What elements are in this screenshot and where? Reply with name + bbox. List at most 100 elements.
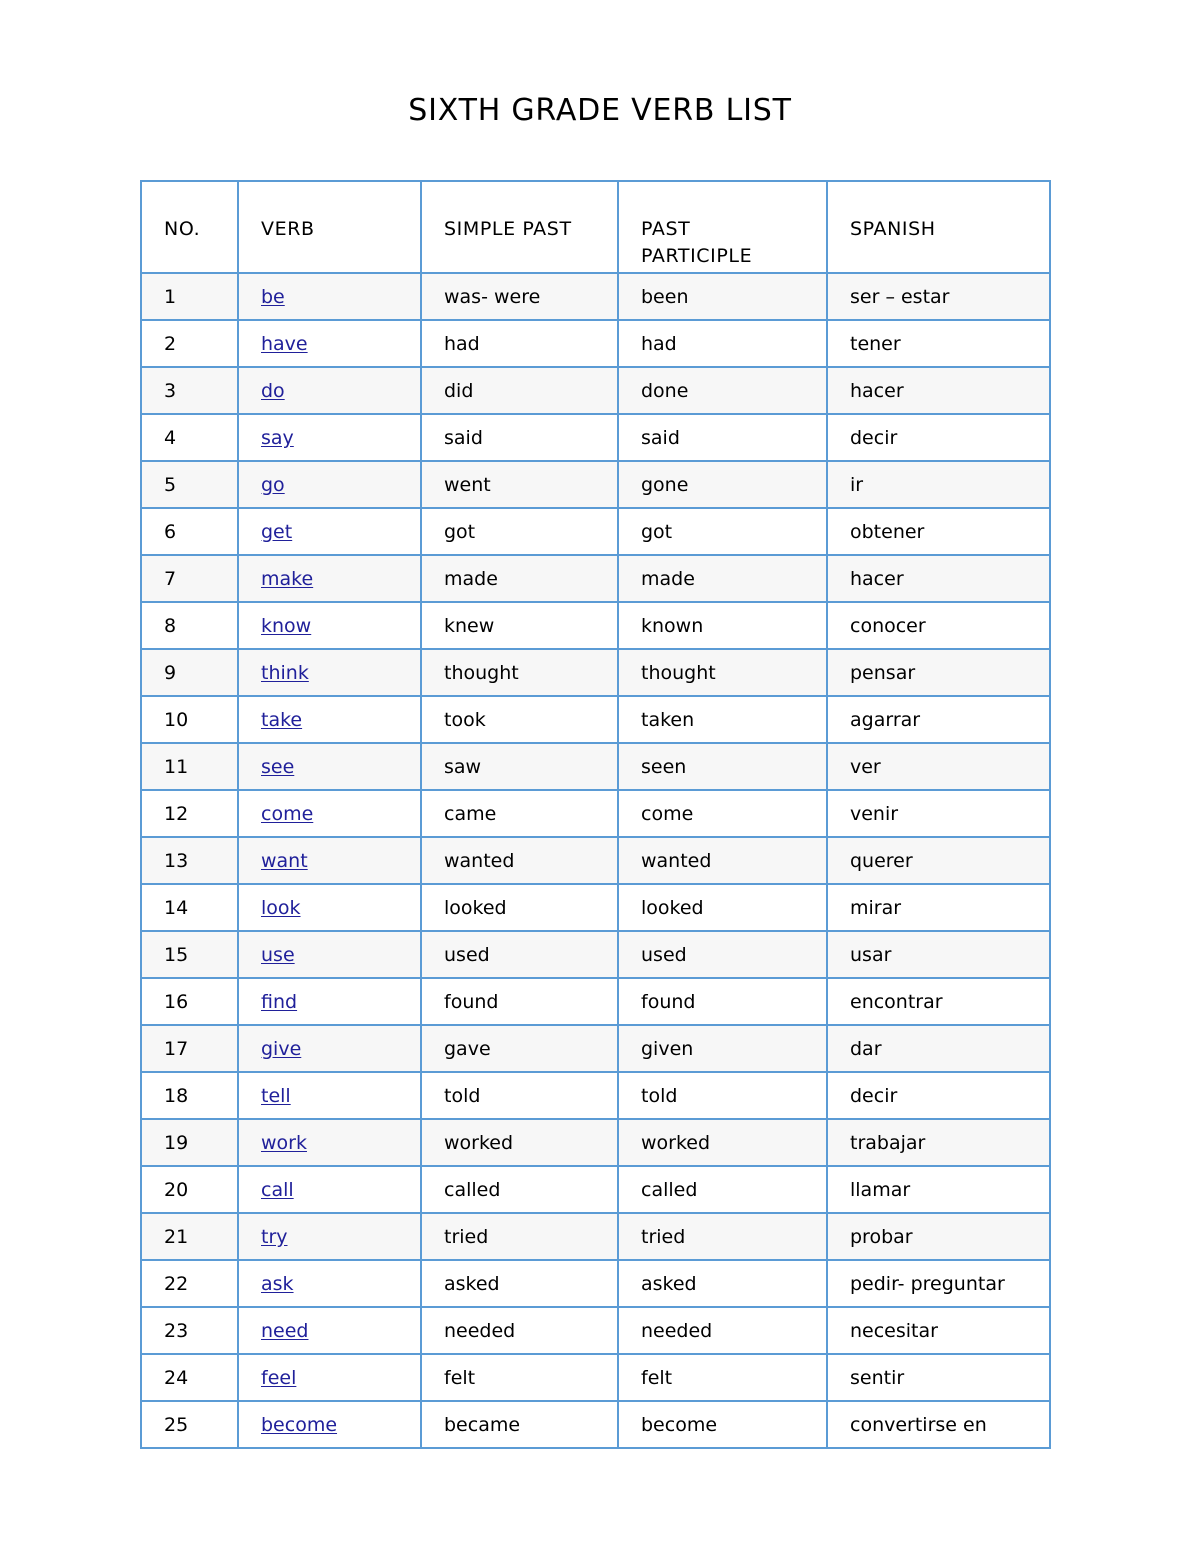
cell-spanish: tener (826, 319, 1051, 368)
cell-no: 25 (140, 1400, 239, 1449)
table-row: 20 call called called llamar (140, 1165, 1051, 1214)
cell-simple-past: used (420, 930, 619, 979)
cell-past-participle: worked (617, 1118, 828, 1167)
verb-link[interactable]: try (261, 1226, 288, 1248)
verb-link[interactable]: call (261, 1179, 294, 1201)
cell-past-participle: given (617, 1024, 828, 1073)
cell-no: 16 (140, 977, 239, 1026)
cell-spanish: pedir- preguntar (826, 1259, 1051, 1308)
cell-verb: do (237, 366, 422, 415)
cell-no: 9 (140, 648, 239, 697)
cell-spanish: obtener (826, 507, 1051, 556)
verb-link[interactable]: use (261, 944, 295, 966)
column-header-no: NO. (140, 180, 239, 274)
verb-link[interactable]: look (261, 897, 301, 919)
verb-link[interactable]: say (261, 427, 294, 449)
cell-past-participle: felt (617, 1353, 828, 1402)
cell-past-participle: made (617, 554, 828, 603)
table-row: 15 use used used usar (140, 930, 1051, 979)
column-header-past-participle-label: PAST (641, 218, 691, 240)
cell-simple-past: had (420, 319, 619, 368)
cell-verb: find (237, 977, 422, 1026)
table-row: 23 need needed needed necesitar (140, 1306, 1051, 1355)
verb-link[interactable]: go (261, 474, 285, 496)
cell-spanish: trabajar (826, 1118, 1051, 1167)
column-header-spanish-label: SPANISH (850, 218, 936, 240)
cell-no: 22 (140, 1259, 239, 1308)
cell-spanish: pensar (826, 648, 1051, 697)
cell-past-participle: tried (617, 1212, 828, 1261)
cell-past-participle: come (617, 789, 828, 838)
table-row: 8 know knew known conocer (140, 601, 1051, 650)
table-row: 17 give gave given dar (140, 1024, 1051, 1073)
verb-link[interactable]: do (261, 380, 285, 402)
cell-simple-past: got (420, 507, 619, 556)
verb-link[interactable]: see (261, 756, 294, 778)
verb-link[interactable]: find (261, 991, 297, 1013)
cell-verb: come (237, 789, 422, 838)
verb-link[interactable]: work (261, 1132, 307, 1154)
cell-simple-past: did (420, 366, 619, 415)
verb-link[interactable]: give (261, 1038, 301, 1060)
cell-verb: think (237, 648, 422, 697)
table-row: 21 try tried tried probar (140, 1212, 1051, 1261)
verb-link[interactable]: need (261, 1320, 308, 1342)
verb-link[interactable]: get (261, 521, 292, 543)
verb-link[interactable]: think (261, 662, 309, 684)
cell-verb: get (237, 507, 422, 556)
table-row: 22 ask asked asked pedir- preguntar (140, 1259, 1051, 1308)
verb-link[interactable]: take (261, 709, 302, 731)
cell-simple-past: went (420, 460, 619, 509)
table-row: 1 be was- were been ser – estar (140, 272, 1051, 321)
cell-past-participle: told (617, 1071, 828, 1120)
cell-past-participle: become (617, 1400, 828, 1449)
verb-link[interactable]: want (261, 850, 308, 872)
cell-simple-past: told (420, 1071, 619, 1120)
cell-no: 7 (140, 554, 239, 603)
verb-table-container: NO. VERB SIMPLE PAST PAST PARTICIPLE SPA… (140, 180, 1051, 1449)
verb-link[interactable]: become (261, 1414, 337, 1436)
cell-no: 15 (140, 930, 239, 979)
cell-spanish: necesitar (826, 1306, 1051, 1355)
cell-simple-past: became (420, 1400, 619, 1449)
page-title: SIXTH GRADE VERB LIST (408, 93, 792, 128)
cell-no: 14 (140, 883, 239, 932)
cell-no: 2 (140, 319, 239, 368)
table-row: 5 go went gone ir (140, 460, 1051, 509)
cell-past-participle: looked (617, 883, 828, 932)
verb-link[interactable]: know (261, 615, 311, 637)
cell-spanish: sentir (826, 1353, 1051, 1402)
cell-verb: become (237, 1400, 422, 1449)
cell-past-participle: used (617, 930, 828, 979)
cell-verb: tell (237, 1071, 422, 1120)
cell-no: 12 (140, 789, 239, 838)
verb-link[interactable]: feel (261, 1367, 296, 1389)
cell-verb: give (237, 1024, 422, 1073)
cell-simple-past: saw (420, 742, 619, 791)
cell-verb: feel (237, 1353, 422, 1402)
verb-link[interactable]: be (261, 286, 285, 308)
verb-link[interactable]: make (261, 568, 313, 590)
cell-spanish: dar (826, 1024, 1051, 1073)
table-row: 11 see saw seen ver (140, 742, 1051, 791)
cell-verb: use (237, 930, 422, 979)
verb-link[interactable]: ask (261, 1273, 294, 1295)
cell-no: 20 (140, 1165, 239, 1214)
cell-simple-past: came (420, 789, 619, 838)
cell-spanish: ser – estar (826, 272, 1051, 321)
cell-verb: take (237, 695, 422, 744)
cell-spanish: venir (826, 789, 1051, 838)
cell-no: 18 (140, 1071, 239, 1120)
cell-verb: call (237, 1165, 422, 1214)
verb-link[interactable]: tell (261, 1085, 291, 1107)
cell-past-participle: done (617, 366, 828, 415)
table-row: 6 get got got obtener (140, 507, 1051, 556)
cell-past-participle: said (617, 413, 828, 462)
document-page: SIXTH GRADE VERB LIST NO. VERB SIMPLE PA… (0, 0, 1200, 1553)
verb-link[interactable]: come (261, 803, 313, 825)
table-row: 3 do did done hacer (140, 366, 1051, 415)
cell-verb: look (237, 883, 422, 932)
table-row: 13 want wanted wanted querer (140, 836, 1051, 885)
cell-no: 10 (140, 695, 239, 744)
verb-link[interactable]: have (261, 333, 308, 355)
